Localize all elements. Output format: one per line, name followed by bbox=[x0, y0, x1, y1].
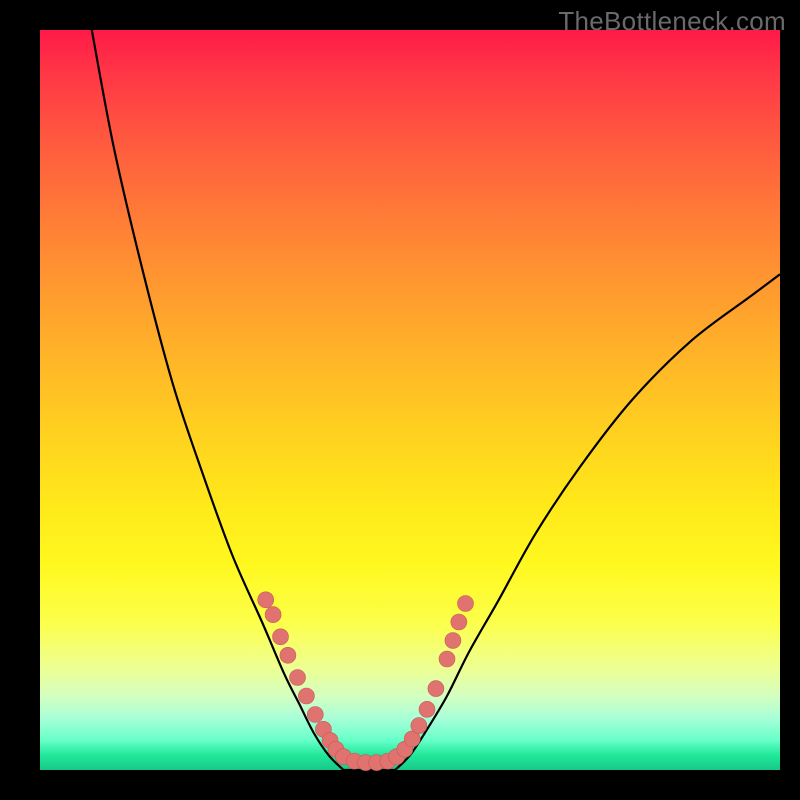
highlight-dot bbox=[290, 670, 306, 686]
highlight-dot bbox=[439, 651, 455, 667]
watermark-text: TheBottleneck.com bbox=[558, 6, 786, 37]
highlight-dot bbox=[273, 629, 289, 645]
highlight-dot bbox=[280, 647, 296, 663]
left-curve bbox=[92, 30, 344, 770]
highlight-dot bbox=[265, 607, 281, 623]
highlight-dot bbox=[307, 707, 323, 723]
highlight-dot bbox=[298, 688, 314, 704]
highlight-dot bbox=[445, 633, 461, 649]
highlight-dot bbox=[458, 596, 474, 612]
chart-svg bbox=[40, 30, 780, 770]
highlight-dot bbox=[419, 701, 435, 717]
highlighted-dots-group bbox=[258, 592, 474, 771]
chart-stage: TheBottleneck.com bbox=[0, 0, 800, 800]
highlight-dot bbox=[428, 681, 444, 697]
highlight-dot bbox=[451, 614, 467, 630]
highlight-dot bbox=[411, 718, 427, 734]
highlight-dot bbox=[258, 592, 274, 608]
right-curve bbox=[395, 274, 780, 770]
